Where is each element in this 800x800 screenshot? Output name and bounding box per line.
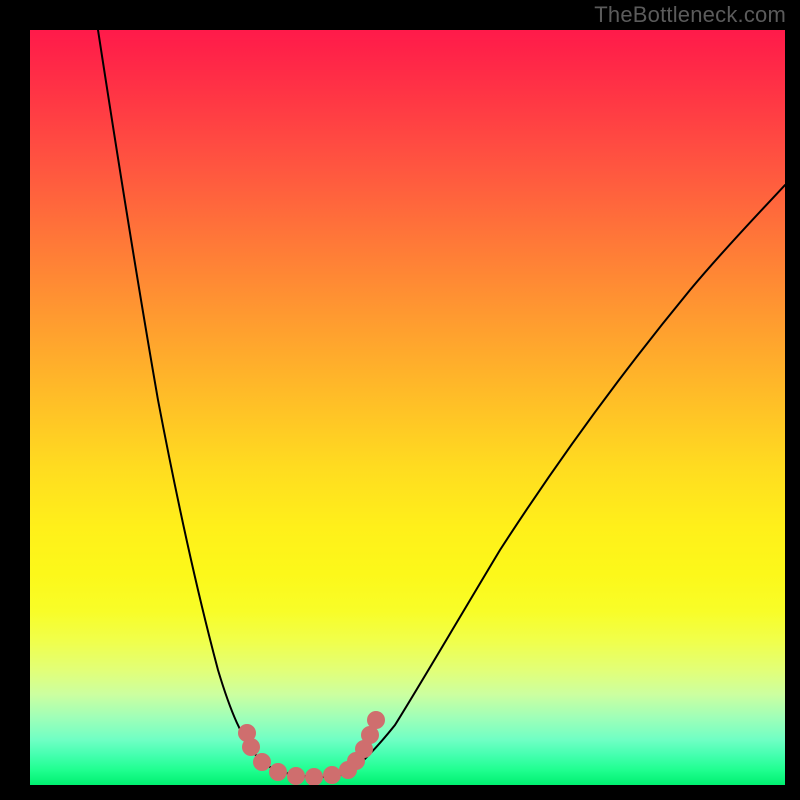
plot-area [30,30,785,785]
watermark-text: TheBottleneck.com [594,2,786,28]
valley-marker [254,754,271,771]
chart-frame: TheBottleneck.com [0,0,800,800]
valley-markers [239,712,385,786]
curve-left [98,30,282,772]
curve-right [348,185,785,773]
valley-marker [362,727,379,744]
valley-marker [243,739,260,756]
valley-marker [368,712,385,729]
valley-marker [306,769,323,786]
valley-marker [324,767,341,784]
valley-marker [270,764,287,781]
chart-svg [30,30,785,785]
valley-marker [288,768,305,785]
